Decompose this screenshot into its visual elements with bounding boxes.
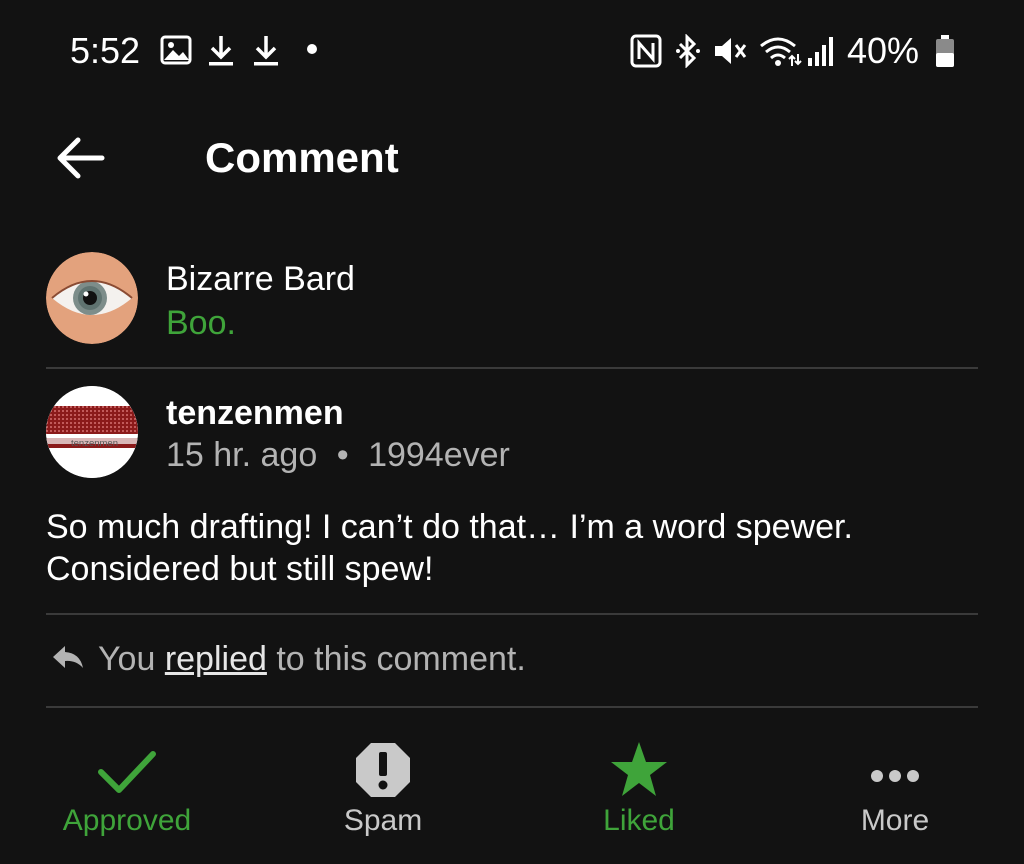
action-bar: Approved Spam Liked More [0, 730, 1024, 850]
spam-octagon-icon [356, 743, 410, 797]
signal-icon [808, 37, 833, 66]
check-icon [98, 751, 156, 793]
parent-comment[interactable]: Bizarre Bard Boo. [0, 246, 1024, 356]
reply-prefix: You [98, 640, 165, 678]
parent-text: Boo. [166, 304, 236, 342]
divider [46, 613, 978, 615]
more-dots-icon [871, 770, 919, 782]
star-icon [611, 742, 667, 796]
avatar-label: tenzenmen [71, 438, 118, 449]
app-bar: Comment [0, 110, 1024, 206]
battery-percent: 40% [847, 30, 920, 71]
comment-header: tenzenmen tenzenmen 15 hr. ago • 1994eve… [0, 384, 1024, 484]
dot-icon [307, 44, 317, 54]
image-icon [160, 35, 192, 65]
mute-icon [715, 38, 747, 64]
spam-label: Spam [343, 804, 423, 837]
nfc-icon [630, 34, 662, 68]
more-label: More [860, 804, 930, 837]
status-time: 5:52 [70, 30, 141, 71]
spam-button[interactable]: Spam [283, 730, 483, 850]
comment-author[interactable]: tenzenmen [166, 394, 344, 433]
status-bar: 5:52 40% [0, 0, 1024, 100]
comment-body: So much drafting! I can’t do that… I’m a… [46, 508, 853, 588]
comment-site[interactable]: 1994ever [368, 436, 510, 475]
divider [46, 367, 978, 369]
approve-button[interactable]: Approved [27, 730, 227, 850]
battery-icon [936, 35, 954, 67]
wifi-icon [760, 37, 802, 66]
divider [46, 706, 978, 708]
bluetooth-icon [676, 34, 700, 68]
comment-time: 15 hr. ago [166, 436, 318, 474]
like-button[interactable]: Liked [539, 730, 739, 850]
download-icon [254, 36, 278, 66]
approve-label: Approved [62, 804, 192, 837]
page-title: Comment [205, 134, 399, 181]
download-icon [209, 36, 233, 66]
like-label: Liked [603, 804, 675, 837]
reply-suffix: to this comment. [266, 640, 526, 678]
avatar[interactable]: tenzenmen [46, 386, 138, 478]
reply-icon [53, 646, 83, 668]
more-button[interactable]: More [795, 730, 995, 850]
replied-link[interactable]: replied [165, 640, 267, 678]
avatar [46, 252, 138, 344]
comment-meta: 15 hr. ago • 1994ever [166, 436, 510, 475]
meta-separator: • [336, 436, 349, 474]
parent-author[interactable]: Bizarre Bard [166, 260, 355, 299]
arrow-left-icon[interactable] [52, 134, 108, 182]
